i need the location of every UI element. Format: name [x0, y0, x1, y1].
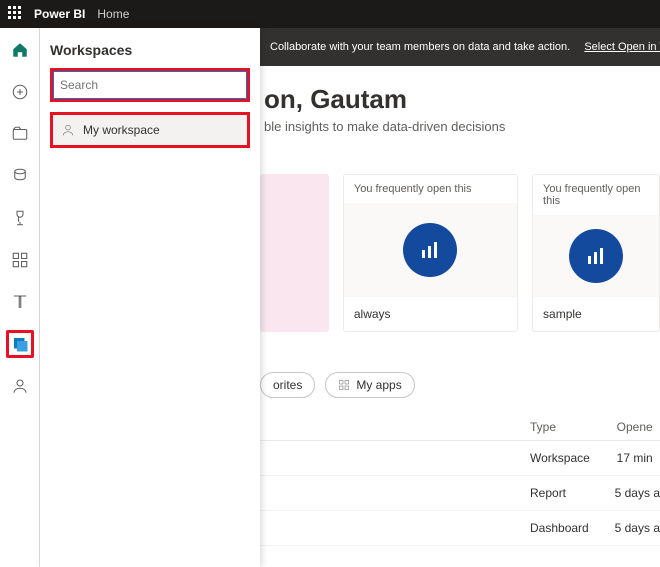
nav-learn-icon[interactable] [6, 288, 34, 316]
card-placeholder[interactable] [260, 174, 329, 332]
cell-opened: 17 min [617, 451, 660, 465]
page-title: on, Gautam [260, 84, 660, 115]
filter-chips: orites My apps [260, 372, 660, 398]
cell-type: Workspace [530, 451, 617, 465]
col-type[interactable]: Type [530, 420, 617, 434]
cell-opened: 5 days a [615, 486, 660, 500]
chart-icon [403, 223, 457, 277]
teams-banner: Collaborate with your team members on da… [260, 28, 660, 66]
card-always[interactable]: You frequently open this always [343, 174, 518, 332]
my-workspace-highlight: My workspace [50, 112, 250, 148]
card-name: sample [533, 297, 659, 331]
nav-workspaces-icon[interactable] [6, 330, 34, 358]
main-content: on, Gautam ble insights to make data-dri… [260, 66, 660, 567]
brand-label: Power BI [34, 7, 85, 21]
card-name: always [344, 297, 517, 331]
card-hint: You frequently open this [533, 175, 659, 215]
col-opened[interactable]: Opene [617, 420, 660, 434]
top-bar: Power BI Home [0, 0, 660, 28]
flyout-title: Workspaces [50, 42, 250, 58]
table-row[interactable]: Report 5 days a [260, 476, 660, 511]
app-launcher-icon[interactable] [8, 6, 24, 22]
person-icon [61, 123, 75, 137]
nav-home-icon[interactable] [6, 36, 34, 64]
nav-apps-icon[interactable] [6, 246, 34, 274]
card-art [533, 215, 659, 297]
banner-link[interactable]: Select Open in Teams to get [584, 41, 660, 53]
chip-my-apps[interactable]: My apps [325, 372, 414, 398]
workspaces-flyout: Workspaces My workspace [40, 28, 260, 567]
cell-type: Report [530, 486, 615, 500]
nav-create-icon[interactable] [6, 78, 34, 106]
page-subtitle: ble insights to make data-driven decisio… [260, 119, 660, 134]
table-header: Type Opene [260, 420, 660, 441]
nav-my-workspace-icon[interactable] [6, 372, 34, 400]
card-hint: You frequently open this [344, 175, 517, 203]
chart-icon [569, 229, 623, 283]
card-sample[interactable]: You frequently open this sample [532, 174, 660, 332]
nav-browse-icon[interactable] [6, 120, 34, 148]
card-art [344, 203, 517, 297]
my-workspace-label: My workspace [83, 123, 160, 137]
nav-goals-icon[interactable] [6, 204, 34, 232]
recommended-cards: You frequently open this always You freq… [260, 174, 660, 332]
cell-type: Dashboard [530, 521, 615, 535]
search-highlight [50, 68, 250, 102]
breadcrumb-home[interactable]: Home [97, 7, 129, 21]
chip-label: My apps [356, 378, 401, 392]
table-row[interactable]: Dashboard 5 days a [260, 511, 660, 546]
table-row[interactable]: Workspace 17 min [260, 441, 660, 476]
workspace-search-input[interactable] [53, 71, 247, 99]
apps-icon [338, 379, 350, 391]
nav-rail [0, 28, 40, 567]
chip-label: orites [273, 378, 302, 392]
my-workspace-item[interactable]: My workspace [53, 115, 247, 145]
recent-table: Type Opene Workspace 17 min Report 5 day… [260, 420, 660, 546]
chip-favorites[interactable]: orites [260, 372, 315, 398]
cell-opened: 5 days a [615, 521, 660, 535]
nav-data-hub-icon[interactable] [6, 162, 34, 190]
banner-text: Collaborate with your team members on da… [270, 41, 570, 53]
